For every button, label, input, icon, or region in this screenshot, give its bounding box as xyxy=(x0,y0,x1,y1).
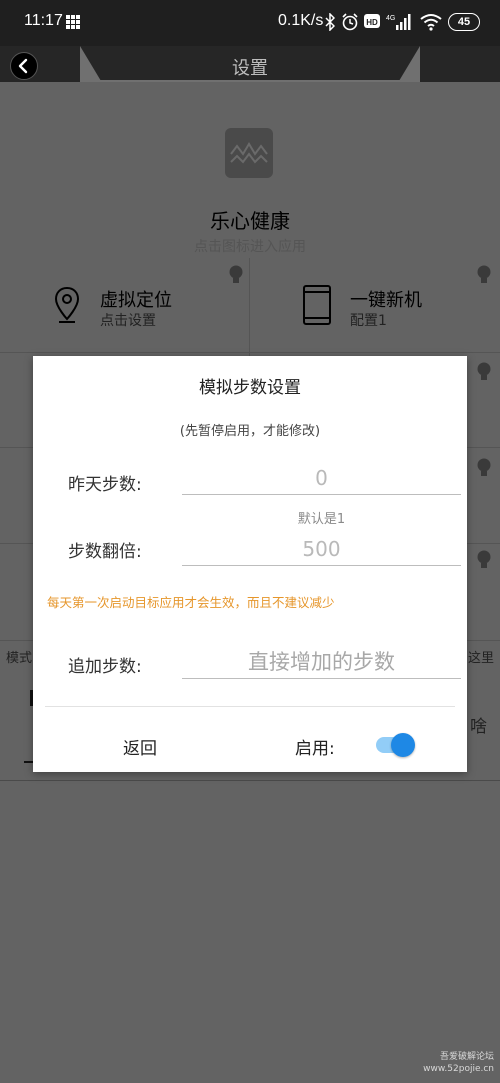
dialog-divider xyxy=(45,706,455,707)
step-settings-dialog: 模拟步数设置 (先暂停启用，才能修改) 昨天步数: 0 默认是1 步数翻倍: 5… xyxy=(33,356,467,772)
yesterday-steps-label: 昨天步数: xyxy=(68,475,142,495)
enable-toggle[interactable] xyxy=(376,733,415,757)
app-hint: 点击图标进入应用 xyxy=(194,239,306,255)
bg-text-fragment: 模式 xyxy=(6,651,33,666)
svg-text:4G: 4G xyxy=(386,15,395,22)
back-text-button[interactable]: 返回 xyxy=(123,734,157,759)
signal-4g-icon: 4G xyxy=(386,14,411,30)
status-time: 11:17 xyxy=(24,12,63,29)
location-pin-icon xyxy=(54,286,80,323)
network-speed: 0.1K/s xyxy=(278,12,324,29)
toggle-knob xyxy=(391,733,415,757)
battery-indicator: 45 xyxy=(448,13,480,31)
bluetooth-icon xyxy=(325,13,335,31)
cell-subtitle: 配置1 xyxy=(350,313,387,329)
default-hint: 默认是1 xyxy=(297,512,346,527)
hd-icon: HD xyxy=(364,14,380,28)
multiplier-label: 步数翻倍: xyxy=(68,542,142,562)
warning-text: 每天第一次启动目标应用才会生效，而且不建议减少 xyxy=(47,595,335,610)
yesterday-steps-input[interactable]: 0 xyxy=(182,462,461,495)
add-steps-label: 追加步数: xyxy=(68,657,142,677)
phone-icon xyxy=(303,285,331,325)
app-grid-icon xyxy=(66,15,80,29)
bg-text-fragment: 啥 xyxy=(470,717,487,737)
dialog-note: (先暂停启用，才能修改) xyxy=(179,424,321,439)
wifi-icon xyxy=(420,14,442,31)
bulb-icon xyxy=(477,458,491,476)
dialog-title: 模拟步数设置 xyxy=(199,378,301,398)
status-bar: 11:17 0.1K/s HD 4G 45 xyxy=(0,0,500,46)
bulb-icon xyxy=(229,265,243,283)
bulb-icon xyxy=(477,265,491,283)
app-logo-icon[interactable] xyxy=(225,128,273,178)
watermark: 吾爱破解论坛 www.52pojie.cn xyxy=(423,1052,494,1074)
cell-title: 虚拟定位 xyxy=(100,290,172,311)
cell-title: 一键新机 xyxy=(350,290,422,311)
bulb-icon xyxy=(477,362,491,380)
step-multiplier-input[interactable]: 500 xyxy=(182,533,461,566)
alarm-icon xyxy=(342,13,358,31)
cell-subtitle: 点击设置 xyxy=(100,313,156,329)
bulb-icon xyxy=(477,550,491,568)
svg-text:HD: HD xyxy=(366,18,378,27)
app-name[interactable]: 乐心健康 xyxy=(0,205,500,234)
bg-text-fragment: 这里 xyxy=(468,651,495,666)
enable-label: 启用: xyxy=(295,739,335,759)
page-title: 设置 xyxy=(232,58,268,79)
add-steps-input[interactable]: 直接增加的步数 xyxy=(182,646,461,679)
